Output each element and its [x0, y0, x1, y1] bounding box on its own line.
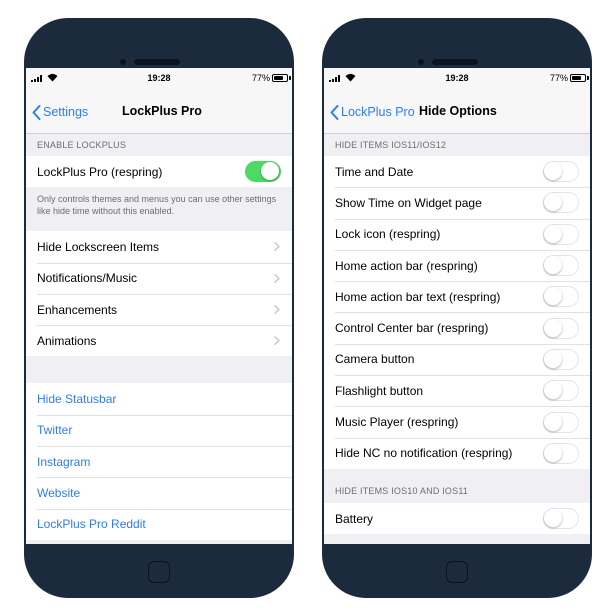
lockplus-enable-switch[interactable]	[245, 161, 281, 183]
status-bar: 19:28 77%	[324, 68, 590, 88]
back-button[interactable]: LockPlus Pro	[330, 102, 415, 122]
nav-title: Hide Options	[419, 104, 497, 118]
option-row-music-player-respring: Music Player (respring)	[324, 406, 590, 438]
battery-nub	[289, 76, 291, 80]
option-row-lock-icon-respring: Lock icon (respring)	[324, 218, 590, 250]
screen-lockplus-pro: 19:28 77% Settings LockPlus Pro ENABLE L…	[26, 68, 292, 544]
back-button-label: LockPlus Pro	[341, 105, 415, 119]
settings-list: ENABLE LOCKPLUS LockPlus Pro (respring) …	[26, 135, 292, 544]
enable-group: LockPlus Pro (respring)	[26, 156, 292, 188]
toggle-label: LockPlus Pro (respring)	[37, 164, 163, 179]
hide-items-ios10-11-group: Battery	[324, 502, 590, 535]
front-camera	[120, 59, 126, 65]
option-label: Lock icon (respring)	[335, 227, 441, 242]
section-header-enable: ENABLE LOCKPLUS	[37, 140, 127, 150]
option-row-time-and-date: Time and Date	[324, 156, 590, 188]
option-switch[interactable]	[543, 192, 579, 214]
back-button[interactable]: Settings	[32, 102, 88, 122]
link-row-lockplus-pro-reddit[interactable]: LockPlus Pro Reddit	[26, 508, 292, 540]
link-label: LockPlus Pro Reddit	[37, 517, 146, 532]
menu-row-label: Enhancements	[37, 302, 118, 317]
option-switch[interactable]	[543, 161, 579, 183]
battery-percentage: 77%	[251, 73, 270, 83]
status-bar: 19:28 77%	[26, 68, 292, 88]
option-switch[interactable]	[543, 255, 579, 277]
option-row-camera-button: Camera button	[324, 343, 590, 376]
menu-row-animations[interactable]: Animations	[26, 325, 292, 357]
screen-hide-options: 19:28 77% LockPlus Pro Hide Options HIDE…	[324, 68, 590, 544]
option-label: Camera button	[335, 352, 415, 367]
home-button-icon[interactable]	[446, 561, 468, 583]
section-header-ios10-11: HIDE ITEMS IOS10 AND IOS11	[335, 485, 469, 496]
lockplus-toggle-row: LockPlus Pro (respring)	[26, 156, 292, 188]
option-label: Flashlight button	[335, 383, 424, 398]
menu-row-hide-lockscreen-items[interactable]: Hide Lockscreen Items	[26, 231, 292, 263]
option-label: Control Center bar (respring)	[335, 321, 489, 336]
option-switch[interactable]	[543, 411, 579, 433]
back-chevron-icon	[32, 104, 41, 120]
battery-percentage: 77%	[549, 73, 568, 83]
front-camera	[418, 59, 424, 65]
battery-icon	[272, 74, 288, 82]
option-label: Battery	[335, 511, 374, 526]
links-group: Hide Statusbar Twitter Instagram Website Loc…	[26, 383, 292, 540]
link-label: Hide Statusbar	[37, 392, 117, 407]
earpiece-speaker	[432, 59, 478, 65]
disclosure-chevron-icon	[274, 305, 280, 314]
option-label: Hide NC no notification (respring)	[335, 446, 513, 461]
menu-row-notifications-music[interactable]: Notifications/Music	[26, 262, 292, 294]
disclosure-chevron-icon	[274, 336, 280, 346]
disclosure-chevron-icon	[274, 273, 280, 283]
link-label: Twitter	[37, 423, 73, 438]
option-label: Home action bar text (respring)	[335, 289, 501, 304]
menu-group: Hide Lockscreen Items Notifications/Music…	[26, 231, 292, 357]
option-switch[interactable]	[543, 380, 579, 402]
option-label: Home action bar (respring)	[335, 258, 478, 273]
option-label: Show Time on Widget page	[335, 195, 482, 210]
battery-icon	[570, 74, 586, 82]
earpiece-speaker	[134, 59, 180, 65]
option-row-home-action-bar-respring: Home action bar (respring)	[324, 249, 590, 282]
option-row-show-time-on-widget-page: Show Time on Widget page	[324, 187, 590, 219]
menu-row-label: Hide Lockscreen Items	[37, 239, 160, 254]
option-row-flashlight-button: Flashlight button	[324, 375, 590, 407]
option-switch[interactable]	[543, 317, 579, 339]
menu-row-enhancements[interactable]: Enhancements	[26, 293, 292, 326]
option-switch[interactable]	[543, 442, 579, 464]
link-row-twitter[interactable]: Twitter	[26, 414, 292, 447]
navigation-bar: Settings LockPlus Pro	[26, 88, 292, 134]
phone-right: 19:28 77% LockPlus Pro Hide Options HIDE…	[322, 18, 592, 598]
option-switch[interactable]	[543, 286, 579, 308]
option-switch[interactable]	[543, 223, 579, 245]
option-label: Time and Date	[335, 164, 414, 179]
hide-items-ios11-12-group: Time and Date Show Time on Widget page Loc…	[324, 156, 590, 469]
option-switch[interactable]	[543, 508, 579, 530]
battery-nub	[587, 76, 589, 80]
option-row-home-action-bar-text-respring: Home action bar text (respring)	[324, 281, 590, 313]
option-row-control-center-bar-respring: Control Center bar (respring)	[324, 312, 590, 344]
link-label: Instagram	[37, 454, 91, 469]
disclosure-chevron-icon	[274, 242, 280, 252]
option-row-hide-nc-no-notification-respring: Hide NC no notification (respring)	[324, 437, 590, 469]
option-row-battery: Battery	[324, 502, 590, 535]
back-chevron-icon	[330, 104, 339, 120]
nav-title: LockPlus Pro	[122, 104, 202, 118]
link-label: Website	[37, 486, 81, 501]
hide-options-list: HIDE ITEMS IOS11/IOS12 Time and Date Show…	[324, 135, 590, 544]
enable-footer-note: Only controls themes and menus you can u…	[37, 194, 277, 217]
section-header-ios11-12: HIDE ITEMS IOS11/IOS12	[335, 140, 447, 150]
back-button-label: Settings	[43, 105, 89, 119]
link-row-hide-statusbar[interactable]: Hide Statusbar	[26, 383, 292, 415]
home-button-icon[interactable]	[148, 561, 170, 583]
navigation-bar: LockPlus Pro Hide Options	[324, 88, 590, 134]
phone-left: 19:28 77% Settings LockPlus Pro ENABLE L…	[24, 18, 294, 598]
menu-row-label: Animations	[37, 333, 97, 348]
link-row-website[interactable]: Website	[26, 477, 292, 509]
option-switch[interactable]	[543, 348, 579, 370]
link-row-instagram[interactable]: Instagram	[26, 446, 292, 478]
option-label: Music Player (respring)	[335, 415, 459, 430]
menu-row-label: Notifications/Music	[37, 271, 138, 286]
